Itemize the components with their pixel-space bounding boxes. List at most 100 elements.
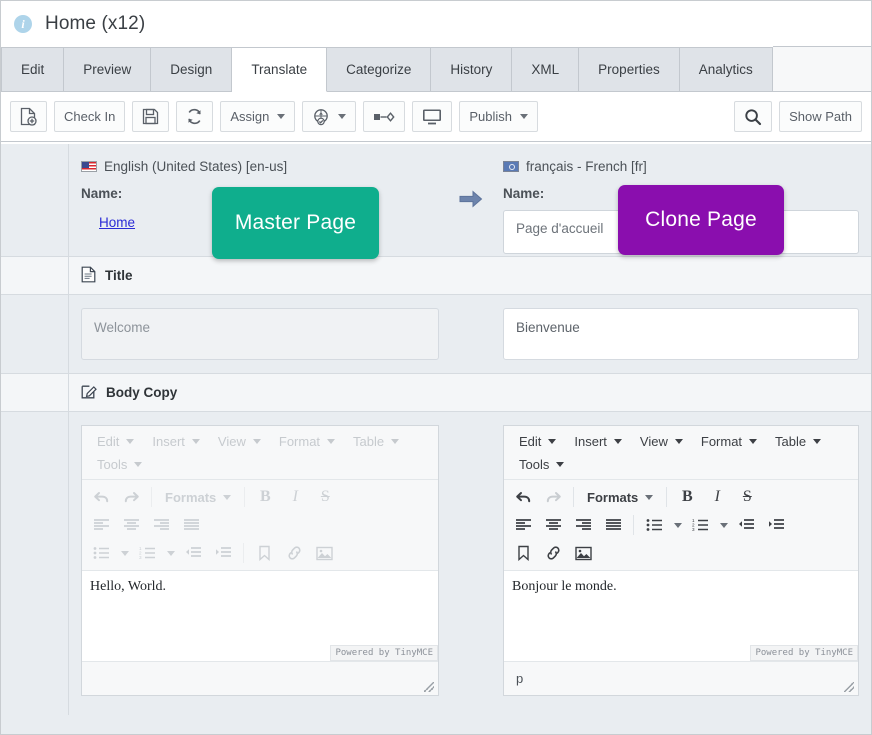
chevron-down-icon	[338, 114, 347, 119]
toolbar-separator	[573, 487, 574, 507]
new-page-icon	[20, 107, 37, 126]
menu-insert[interactable]: Insert	[565, 430, 631, 453]
publish-label: Publish	[469, 109, 512, 124]
bullet-list-options-icon[interactable]	[669, 511, 685, 539]
italic-icon: I	[292, 488, 298, 505]
redo-icon	[116, 483, 146, 511]
indent-icon	[208, 539, 238, 567]
title-section-header: Title	[69, 257, 451, 294]
italic-icon[interactable]: I	[702, 483, 732, 511]
tab-bar-filler	[772, 46, 871, 91]
body-target-cell: Edit Insert View Format Table Tools Form…	[491, 412, 871, 715]
align-left-icon[interactable]	[508, 511, 538, 539]
image-icon[interactable]	[568, 539, 598, 567]
title-section-title: Title	[105, 268, 133, 283]
align-center-icon	[116, 511, 146, 539]
save-button[interactable]	[132, 101, 170, 132]
tab-analytics[interactable]: Analytics	[679, 47, 773, 91]
search-icon	[744, 108, 762, 126]
tab-history[interactable]: History	[431, 47, 513, 91]
target-element-path[interactable]: p	[516, 671, 523, 686]
indent-icon[interactable]	[761, 511, 791, 539]
refresh-button[interactable]	[176, 101, 214, 132]
menu-view[interactable]: View	[631, 430, 692, 453]
link-icon[interactable]	[538, 539, 568, 567]
check-in-button[interactable]: Check In	[54, 101, 126, 132]
resize-handle[interactable]	[424, 682, 434, 692]
tab-properties[interactable]: Properties	[579, 47, 680, 91]
assign-button[interactable]: Assign	[220, 101, 296, 132]
align-center-icon[interactable]	[538, 511, 568, 539]
bullet-list-icon	[86, 539, 116, 567]
tab-categorize[interactable]: Categorize	[327, 47, 432, 91]
section-spacer-right	[491, 374, 871, 411]
bold-icon[interactable]: B	[672, 483, 702, 511]
bold-icon: B	[259, 488, 271, 505]
tab-preview[interactable]: Preview	[64, 47, 152, 91]
menu-table[interactable]: Table	[766, 430, 830, 453]
svg-text:3: 3	[692, 527, 695, 532]
align-right-icon[interactable]	[568, 511, 598, 539]
tab-bar: Edit Preview Design Translate Categorize…	[1, 46, 871, 92]
chevron-down-icon	[121, 550, 129, 556]
outdent-icon	[178, 539, 208, 567]
undo-icon[interactable]	[508, 483, 538, 511]
target-editor-content[interactable]: Bonjour le monde. Powered by TinyMCE	[504, 571, 858, 661]
new-page-button[interactable]	[10, 101, 47, 132]
chevron-down-icon	[167, 550, 175, 556]
formats-dropdown[interactable]: Formats	[579, 483, 661, 511]
numbered-list-options-icon	[162, 539, 178, 567]
menu-tools: Tools	[88, 453, 151, 476]
translate-page-window: i Home (x12) Edit Preview Design Transla…	[0, 0, 872, 735]
bookmark-icon[interactable]	[508, 539, 538, 567]
source-name-link[interactable]: Home	[99, 215, 135, 230]
page-title: Home (x12)	[45, 13, 146, 34]
direction-arrow-cell	[451, 144, 491, 256]
title-target-input[interactable]: Bienvenue	[503, 308, 859, 360]
strikethrough-icon[interactable]: S	[732, 483, 762, 511]
menu-format[interactable]: Format	[692, 430, 766, 453]
relate-button[interactable]	[363, 101, 406, 132]
target-editor-menubar: Edit Insert View Format Table Tools	[504, 426, 858, 480]
tinymce-brand: Powered by TinyMCE	[330, 645, 438, 661]
preview-screen-button[interactable]	[412, 101, 453, 132]
tab-xml[interactable]: XML	[512, 47, 580, 91]
show-path-button[interactable]: Show Path	[779, 101, 862, 132]
undo-icon	[86, 483, 116, 511]
align-right-icon	[146, 511, 176, 539]
menu-tools[interactable]: Tools	[510, 453, 573, 476]
source-editor-statusbar	[82, 661, 438, 695]
flag-us-icon	[81, 161, 97, 172]
publish-button[interactable]: Publish	[459, 101, 538, 132]
title-source-input: Welcome	[81, 308, 439, 360]
body-section-title: Body Copy	[106, 385, 178, 400]
tab-design[interactable]: Design	[151, 47, 233, 91]
window-titlebar: i Home (x12)	[1, 1, 871, 47]
tab-edit[interactable]: Edit	[1, 47, 65, 91]
chevron-down-icon	[674, 439, 683, 444]
chevron-down-icon	[223, 494, 232, 500]
edit-pencil-icon	[81, 383, 97, 402]
title-source-cell: Welcome	[69, 295, 451, 373]
workflow-button[interactable]	[302, 101, 357, 132]
toolbar-separator	[243, 543, 244, 563]
body-section-header-row: Body Copy	[1, 374, 871, 412]
editor-spacer	[451, 412, 491, 715]
chevron-down-icon	[391, 439, 400, 444]
bullet-list-icon[interactable]	[639, 511, 669, 539]
numbered-list-options-icon[interactable]	[715, 511, 731, 539]
source-rich-text-editor: Edit Insert View Format Table Tools Form…	[81, 425, 439, 696]
target-body-text: Bonjour le monde.	[512, 579, 617, 594]
tab-translate[interactable]: Translate	[232, 47, 328, 92]
source-editor-content: Hello, World. Powered by TinyMCE	[82, 571, 438, 661]
align-justify-icon[interactable]	[598, 511, 628, 539]
assign-label: Assign	[230, 109, 270, 124]
numbered-list-icon[interactable]: 123	[685, 511, 715, 539]
menu-edit[interactable]: Edit	[510, 430, 565, 453]
resize-handle[interactable]	[844, 682, 854, 692]
source-editor-menubar: Edit Insert View Format Table Tools	[82, 426, 438, 480]
chevron-down-icon	[556, 462, 565, 467]
search-button[interactable]	[734, 101, 773, 132]
outdent-icon[interactable]	[731, 511, 761, 539]
